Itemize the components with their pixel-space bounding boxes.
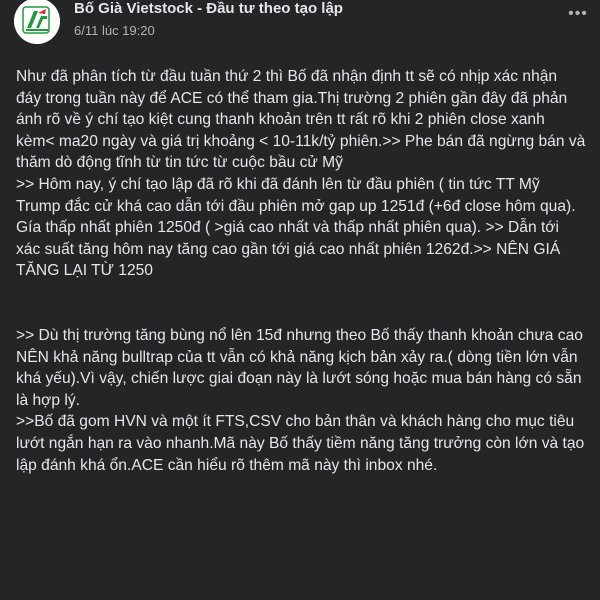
more-horizontal-icon: ••• bbox=[568, 5, 588, 22]
avatar-logo-icon bbox=[14, 0, 60, 44]
post-paragraph-3: >> Dù thị trường tăng bùng nổ lên 15đ nh… bbox=[16, 326, 588, 409]
post-paragraph-4: >>Bố đã gom HVN và một ít FTS,CSV cho bả… bbox=[16, 413, 589, 474]
post-content: Như đã phân tích từ đầu tuần thứ 2 thì B… bbox=[16, 66, 586, 476]
facebook-post: Bố Già Vietstock - Đầu tư theo tạo lập 6… bbox=[0, 0, 600, 600]
page-avatar[interactable] bbox=[14, 0, 60, 44]
more-options-button[interactable]: ••• bbox=[564, 0, 592, 28]
post-paragraph-2: >> Hôm nay, ý chí tạo lập đã rõ khi đã đ… bbox=[16, 175, 580, 280]
post-header: Bố Già Vietstock - Đầu tư theo tạo lập 6… bbox=[14, 0, 600, 48]
post-paragraph-1: Như đã phân tích từ đầu tuần thứ 2 thì B… bbox=[16, 68, 590, 172]
page-name[interactable]: Bố Già Vietstock - Đầu tư theo tạo lập bbox=[74, 0, 343, 18]
post-timestamp[interactable]: 6/11 lúc 19:20 bbox=[74, 23, 155, 39]
paragraph-spacer bbox=[16, 282, 586, 325]
left-edge-fragment bbox=[0, 190, 4, 206]
